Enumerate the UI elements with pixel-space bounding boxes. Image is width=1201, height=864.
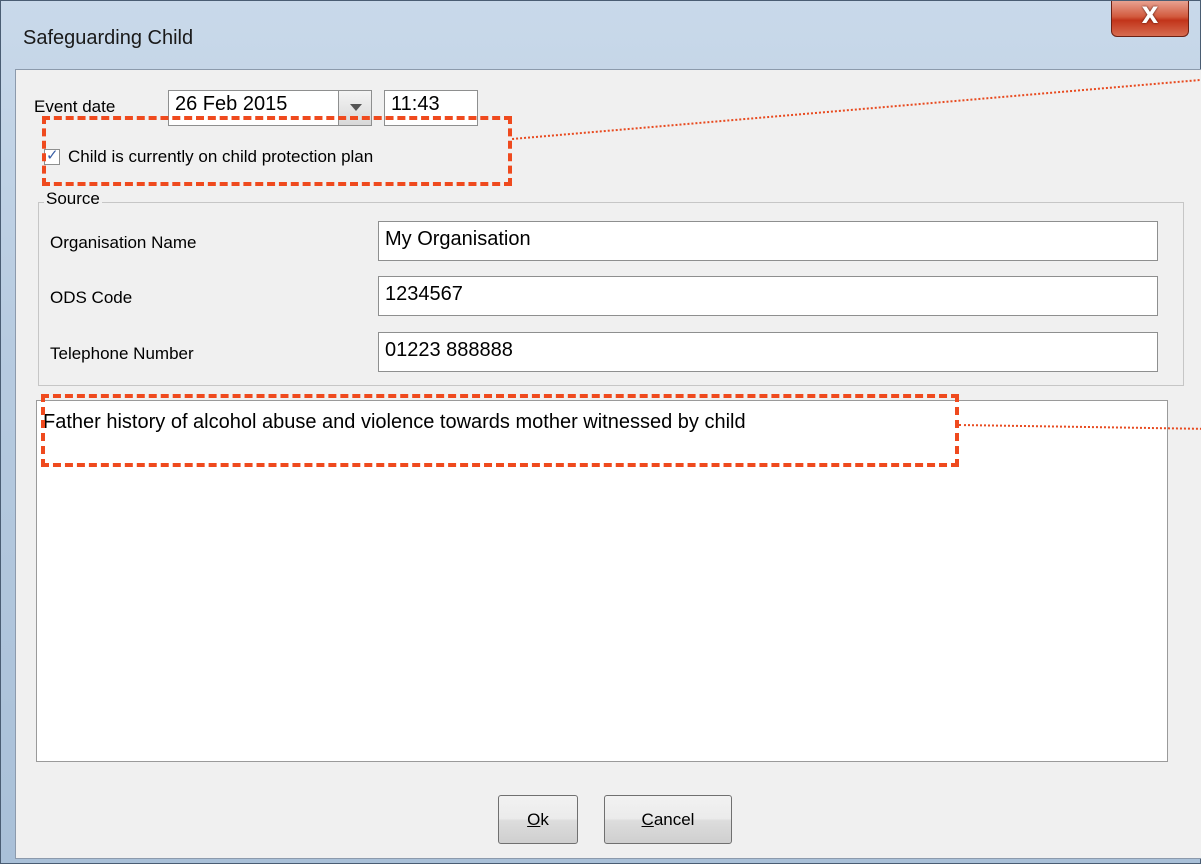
telephone-number-input[interactable]: 01223 888888 bbox=[378, 332, 1158, 372]
telephone-number-label: Telephone Number bbox=[50, 344, 194, 363]
organisation-name-input[interactable]: My Organisation bbox=[378, 221, 1158, 261]
window-title: Safeguarding Child bbox=[23, 27, 194, 49]
source-legend: Source bbox=[44, 189, 102, 209]
close-icon: X bbox=[1141, 4, 1159, 29]
cancel-mnemonic: C bbox=[641, 810, 654, 829]
dialog-window: Safeguarding Child X Event date 26 Feb 2… bbox=[0, 0, 1201, 864]
ok-label: k bbox=[540, 810, 549, 829]
annotation-box-checkbox bbox=[42, 116, 512, 186]
cancel-label: ancel bbox=[653, 810, 695, 829]
ods-code-label: ODS Code bbox=[50, 288, 133, 307]
ok-button[interactable]: Ok bbox=[498, 795, 578, 844]
event-date-label: Event date bbox=[34, 97, 116, 116]
ods-code-input[interactable]: 1234567 bbox=[378, 276, 1158, 316]
close-button[interactable]: X bbox=[1111, 1, 1189, 37]
cancel-button[interactable]: Cancel bbox=[604, 795, 732, 844]
organisation-name-label: Organisation Name bbox=[50, 233, 197, 252]
annotation-box-notes bbox=[41, 394, 959, 467]
title-bar[interactable]: Safeguarding Child X bbox=[1, 1, 1201, 69]
ok-mnemonic: O bbox=[527, 810, 541, 829]
